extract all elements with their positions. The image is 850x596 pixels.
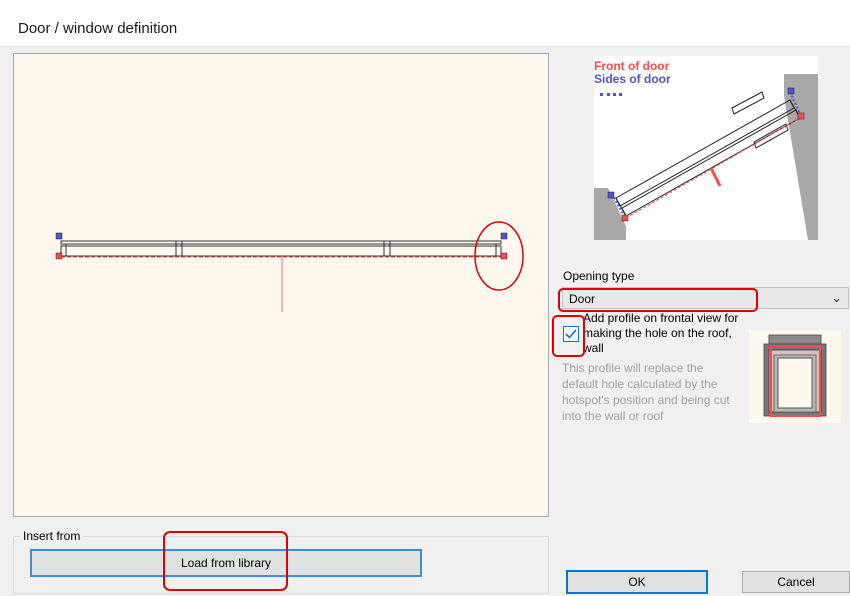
opening-type-value: Door: [569, 292, 596, 306]
door-frame-top: [60, 240, 502, 245]
ok-button[interactable]: OK: [566, 570, 708, 594]
hotspot-bottom-left: [55, 252, 63, 260]
insert-from-label: Insert from: [20, 529, 84, 543]
profile-thumbnail: [749, 330, 841, 423]
door-leaf: [60, 245, 502, 257]
opening-type-label: Opening type: [563, 269, 635, 283]
load-from-library-button[interactable]: Load from library: [30, 549, 422, 577]
hotspot-top-right: [500, 232, 508, 240]
swing-marker: [709, 167, 722, 187]
door-plan-drawing: [55, 232, 508, 312]
cancel-button[interactable]: Cancel: [742, 571, 850, 593]
add-profile-checkbox[interactable]: [563, 326, 579, 342]
front-of-door-label: Front of door: [594, 59, 670, 73]
checkmark-icon: [565, 329, 577, 339]
hotspot-bottom-right: [500, 252, 508, 260]
chevron-down-icon: ⌄: [831, 290, 842, 305]
title-bar: Door / window definition: [0, 0, 850, 47]
sides-of-door-label: Sides of door: [594, 72, 671, 86]
add-profile-label[interactable]: Add profile on frontal view for making t…: [583, 311, 743, 356]
sides-dotted-sample: [600, 93, 622, 96]
window-title: Door / window definition: [18, 20, 178, 37]
door-canvas[interactable]: [13, 53, 549, 517]
opening-type-select[interactable]: Door ⌄: [562, 287, 849, 309]
profile-description: This profile will replace the default ho…: [562, 361, 730, 423]
hotspot-top-left: [55, 232, 63, 240]
insert-from-group: Insert from Load from library: [13, 529, 549, 594]
wall-right: [784, 74, 818, 240]
